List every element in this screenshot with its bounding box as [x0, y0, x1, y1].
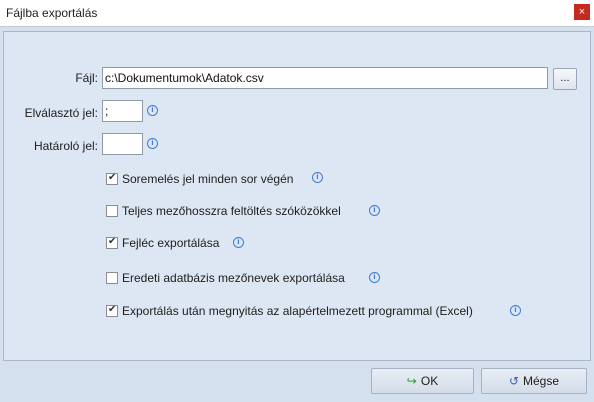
delimiter-input[interactable]: [102, 133, 143, 155]
open-after-export-label[interactable]: Exportálás után megnyitás az alapértelme…: [122, 304, 473, 318]
export-dialog: Fájlba exportálás × Fájl: c:\Dokumentumo…: [0, 0, 594, 402]
separator-info-icon[interactable]: i: [147, 105, 158, 116]
open-after-export-info-icon[interactable]: i: [510, 305, 521, 316]
undo-arrow-icon: ↺: [508, 374, 520, 388]
separator-input[interactable]: ;: [102, 100, 143, 122]
delimiter-label: Határoló jel:: [33, 139, 98, 153]
check-arrow-icon: ↪: [406, 374, 417, 388]
delimiter-info-icon[interactable]: i: [147, 138, 158, 149]
file-path-input[interactable]: c:\Dokumentumok\Adatok.csv: [102, 67, 548, 89]
open-after-export-checkbox[interactable]: [106, 304, 118, 317]
title-bar: Fájlba exportálás ×: [0, 0, 594, 27]
original-field-names-label[interactable]: Eredeti adatbázis mezőnevek exportálása: [122, 271, 345, 285]
ok-label: OK: [420, 374, 439, 388]
export-header-label[interactable]: Fejléc exportálása: [122, 236, 219, 250]
cancel-label: Mégse: [523, 374, 560, 388]
line-feed-checkbox[interactable]: [106, 172, 118, 185]
pad-spaces-label[interactable]: Teljes mezőhosszra feltöltés szóközökkel: [122, 204, 341, 218]
cancel-button[interactable]: ↺ Mégse: [481, 368, 587, 394]
export-header-checkbox[interactable]: [106, 236, 118, 249]
line-feed-label[interactable]: Soremelés jel minden sor végén: [122, 172, 293, 186]
original-field-names-info-icon[interactable]: i: [369, 272, 380, 283]
close-icon[interactable]: ×: [574, 4, 590, 20]
export-header-info-icon[interactable]: i: [233, 237, 244, 248]
separator-label: Elválasztó jel:: [24, 106, 98, 120]
window-title: Fájlba exportálás: [6, 6, 98, 20]
pad-spaces-checkbox[interactable]: [106, 205, 118, 217]
ok-button[interactable]: ↪ OK: [371, 368, 474, 394]
pad-spaces-info-icon[interactable]: i: [369, 205, 380, 216]
original-field-names-checkbox[interactable]: [106, 272, 118, 284]
file-label: Fájl:: [75, 71, 98, 85]
line-feed-info-icon[interactable]: i: [312, 172, 323, 183]
browse-button[interactable]: ...: [553, 68, 577, 90]
